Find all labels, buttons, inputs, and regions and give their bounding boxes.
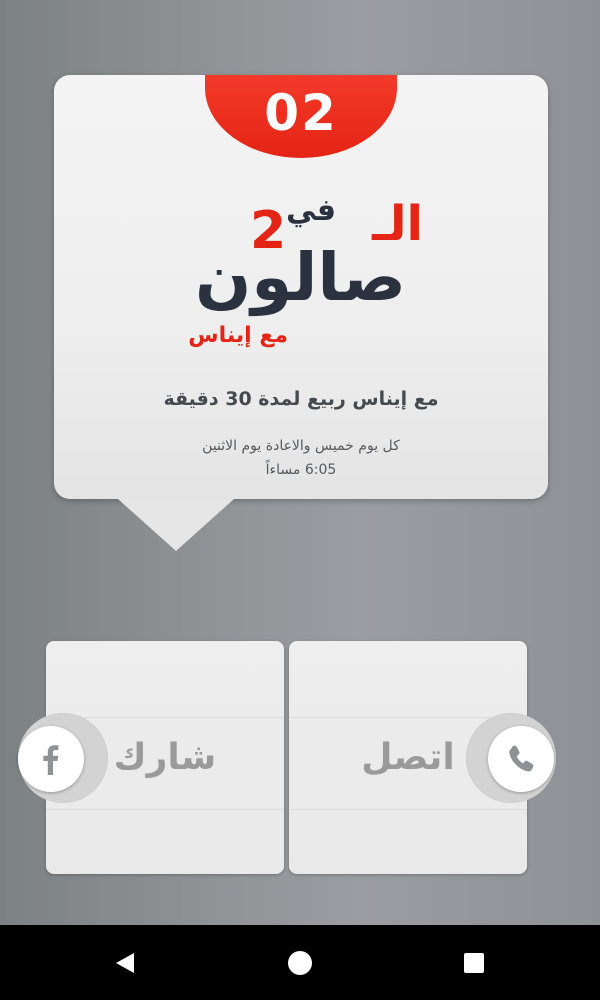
episode-number: 02 xyxy=(264,83,338,142)
home-circle-icon xyxy=(288,950,312,975)
card-pointer xyxy=(118,499,234,551)
system-navigation-bar xyxy=(0,925,600,1000)
schedule-time: 6:05 مساءاً xyxy=(265,462,337,478)
logo-host: مع إيناس xyxy=(188,323,288,348)
recents-square-icon xyxy=(464,952,484,973)
back-triangle-icon xyxy=(116,952,134,973)
schedule-days: كل يوم خميس والاعادة يوم الاثنين xyxy=(202,438,400,454)
phone-icon[interactable] xyxy=(488,726,554,792)
logo-fi: في xyxy=(286,193,336,228)
home-button[interactable] xyxy=(260,925,340,1000)
phone-glyph xyxy=(509,745,534,772)
show-title: مع إيناس ربيع لمدة 30 دقيقة xyxy=(163,388,439,410)
facebook-glyph xyxy=(43,745,59,775)
show-logo: الـ 2 في صالون مع إيناس xyxy=(188,193,423,348)
back-button[interactable] xyxy=(85,925,165,1000)
facebook-icon[interactable] xyxy=(18,726,84,792)
logo-main: صالون xyxy=(195,239,406,317)
recents-button[interactable] xyxy=(434,925,514,1000)
